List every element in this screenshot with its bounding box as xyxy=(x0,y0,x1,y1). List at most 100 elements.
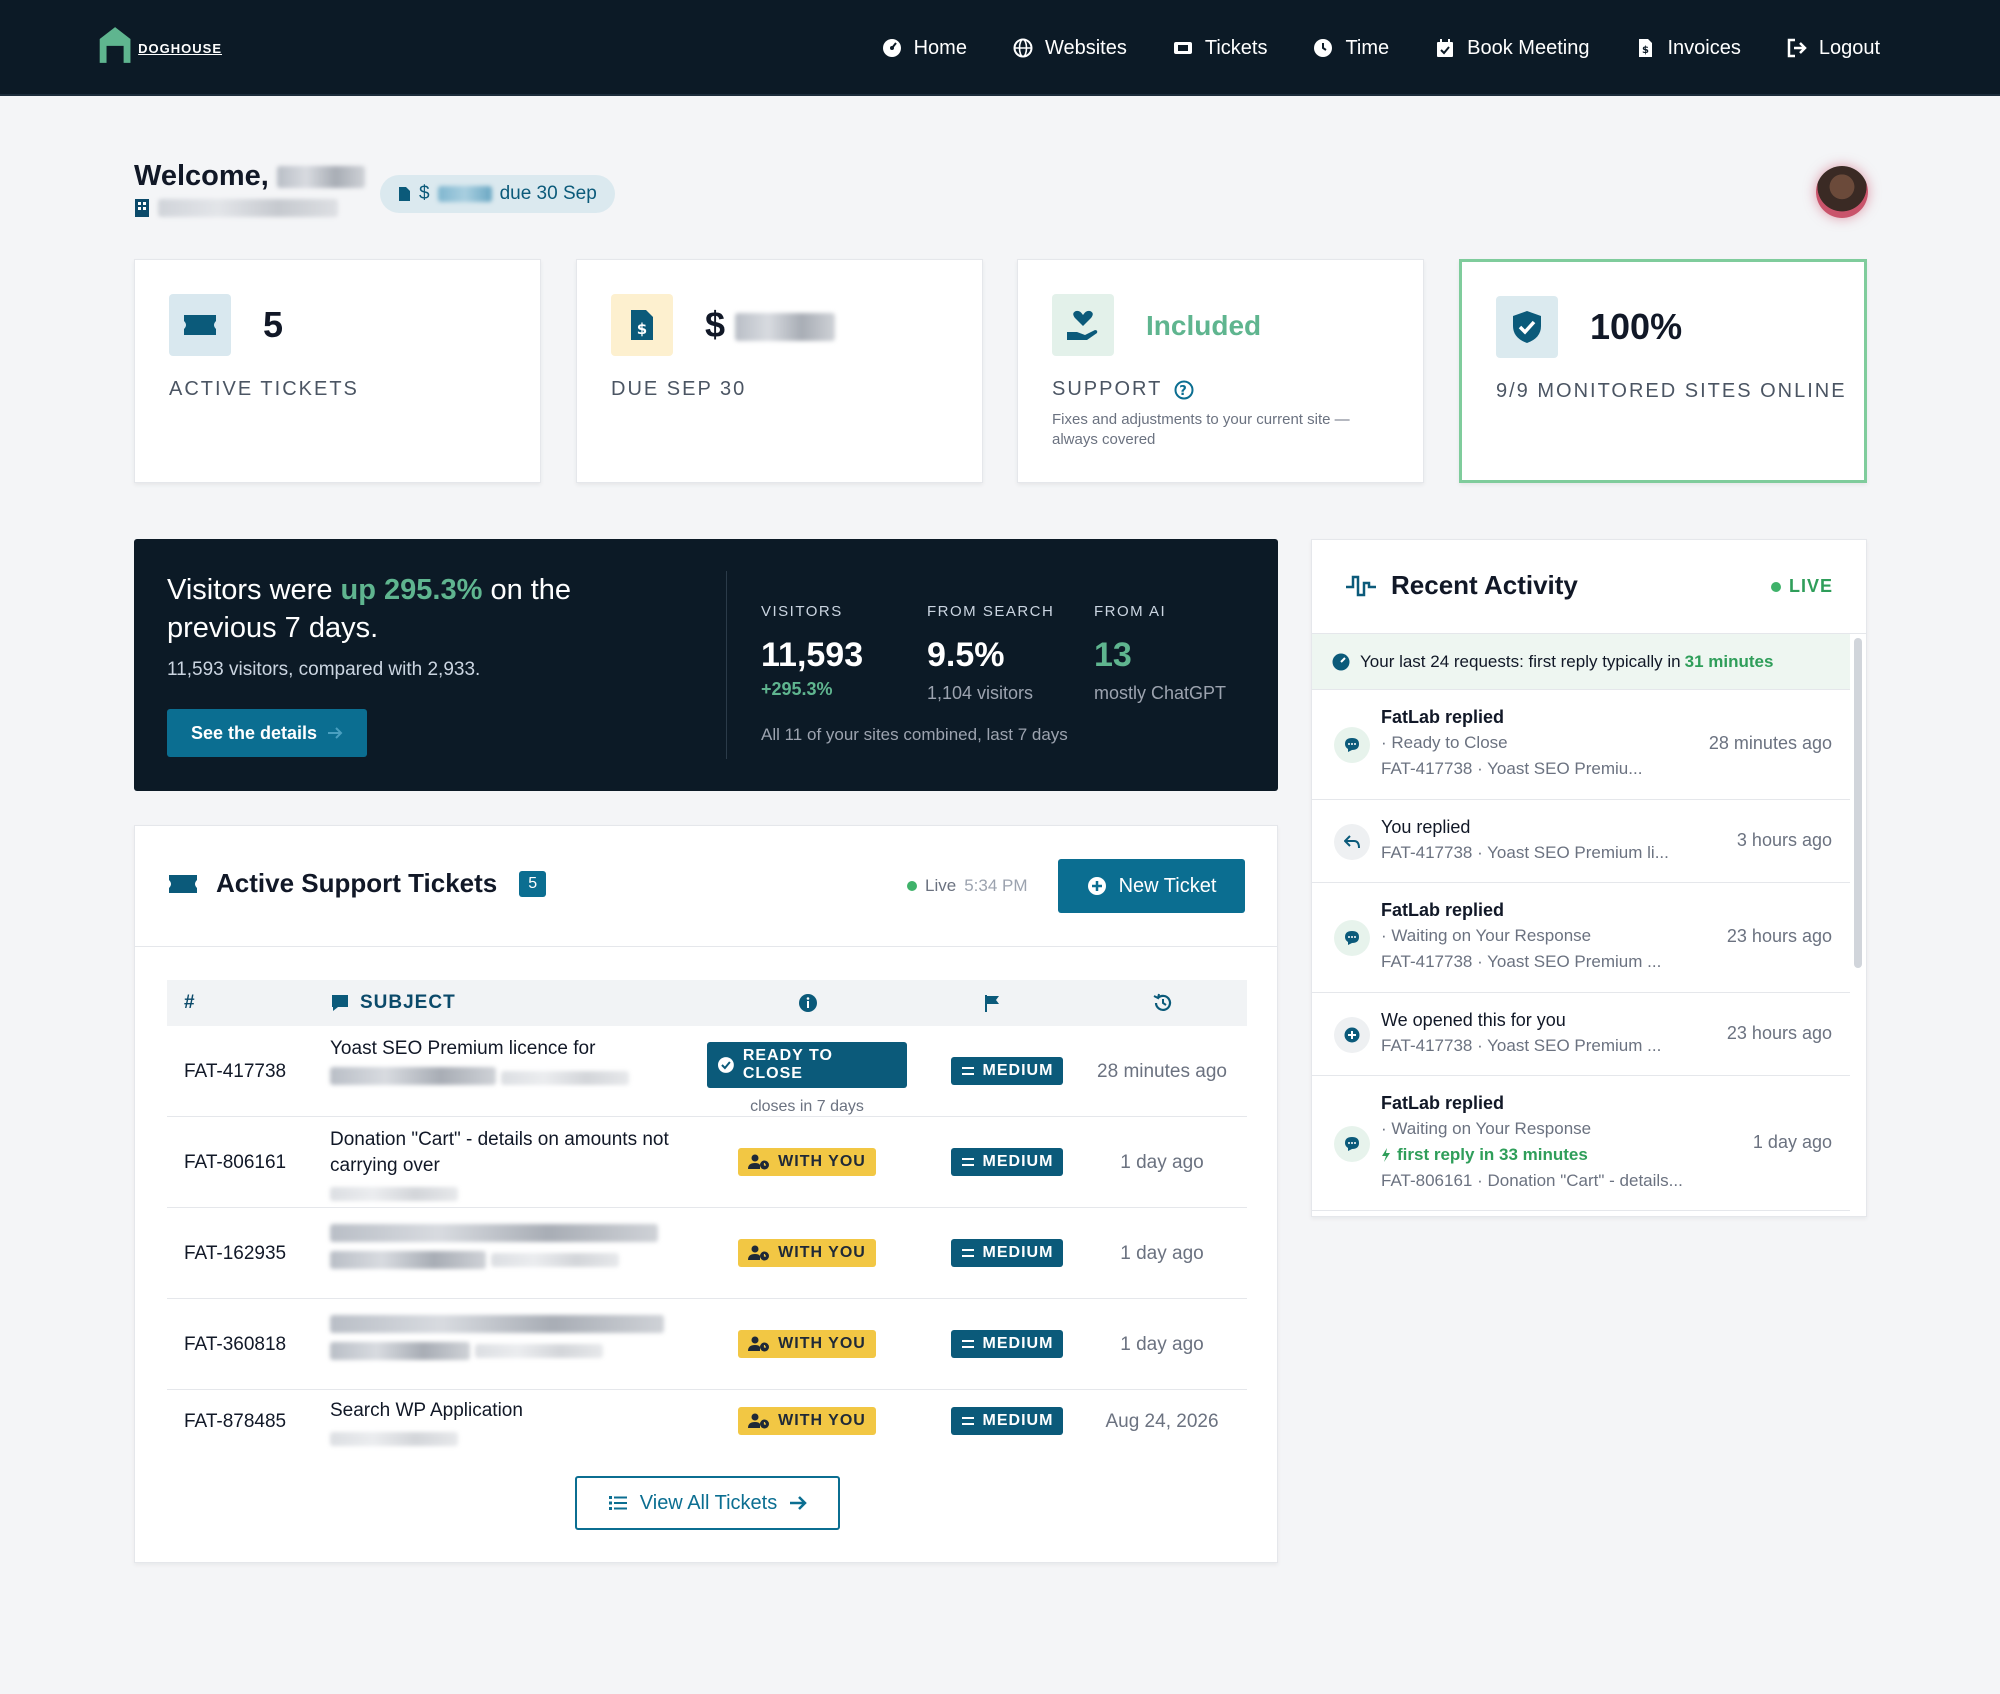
note-text: Your last 24 requests: first reply typic… xyxy=(1360,651,1681,671)
dashboard-icon xyxy=(882,39,901,57)
new-ticket-button[interactable]: New Ticket xyxy=(1058,859,1245,913)
brand-wordmark: DOGHOUSE xyxy=(138,41,222,56)
plus-circle-icon xyxy=(1087,877,1106,895)
metric-search: FROM SEARCH 9.5% 1,104 visitors xyxy=(927,603,1054,704)
nav-time-label: Time xyxy=(1345,36,1390,59)
tickets-panel-title: Active Support Tickets 5 xyxy=(168,868,547,899)
activity-item[interactable]: FatLab replied · Waiting on Your Respons… xyxy=(1312,1076,1850,1211)
activity-item[interactable]: You replied FAT-417738 · Yoast SEO Premi… xyxy=(1312,800,1850,883)
ticket-status: READY TO CLOSE closes in 7 days xyxy=(707,1042,907,1116)
ticket-id[interactable]: FAT-417738 xyxy=(184,1061,286,1083)
ticket-subject[interactable]: Donation "Cart" - details on amounts not… xyxy=(330,1127,690,1205)
metric-visitors-head: VISITORS xyxy=(761,603,843,620)
metric-visitors: VISITORS 11,593 +295.3% xyxy=(761,603,863,700)
status-label: WITH YOU xyxy=(778,1412,866,1429)
ticket-row[interactable]: FAT-806161 Donation "Cart" - details on … xyxy=(167,1117,1247,1208)
ticket-subject[interactable]: Search WP Application xyxy=(330,1398,690,1450)
activity-item[interactable]: FatLab replied · Ready to Close FAT-4177… xyxy=(1312,690,1850,800)
tickets-title-text: Active Support Tickets xyxy=(216,868,498,898)
nav-home-label: Home xyxy=(913,36,967,59)
invoice-due-pill[interactable]: $ due 30 Sep xyxy=(380,175,615,213)
metric-visitors-change: +295.3% xyxy=(761,679,833,699)
due-amount-redacted xyxy=(437,186,492,202)
activity-text: FatLab replied · Waiting on Your Respons… xyxy=(1381,897,1661,975)
nav-time[interactable]: Time xyxy=(1313,37,1389,60)
card-monitored-sites[interactable]: 100% 9/9 MONITORED SITES ONLINE xyxy=(1459,259,1867,483)
calendar-icon xyxy=(1437,39,1454,57)
ticket-icon xyxy=(169,874,197,893)
card-support[interactable]: Included SUPPORT ? Fixes and adjustments… xyxy=(1017,259,1424,483)
welcome-greeting: Welcome, xyxy=(134,160,269,192)
ticket-updated: 1 day ago xyxy=(1120,1152,1204,1173)
nav-websites[interactable]: Websites xyxy=(1013,37,1127,60)
activity-title: Recent Activity xyxy=(1345,570,1578,601)
priority-label: MEDIUM xyxy=(982,1153,1054,1170)
globe-icon xyxy=(1013,38,1033,58)
nav-logout[interactable]: Logout xyxy=(1787,37,1880,60)
ticket-id[interactable]: FAT-162935 xyxy=(184,1243,286,1265)
col-priority[interactable] xyxy=(982,993,1002,1013)
welcome-heading: Welcome, xyxy=(134,160,365,193)
user-name-redacted xyxy=(276,166,365,189)
amount-due-label: DUE SEP 30 xyxy=(611,378,747,400)
metric-ai: FROM AI 13 mostly ChatGPT xyxy=(1094,603,1226,704)
activity-item[interactable]: FatLab replied · Waiting on Your Respons… xyxy=(1312,883,1850,993)
col-status[interactable] xyxy=(798,993,818,1013)
nav-book-meeting[interactable]: Book Meeting xyxy=(1435,37,1589,60)
activity-live-label: LIVE xyxy=(1788,576,1833,596)
ticket-subject-text: Yoast SEO Premium licence for xyxy=(330,1038,596,1059)
view-all-tickets-button[interactable]: View All Tickets xyxy=(575,1476,840,1530)
ticket-row[interactable]: FAT-360818 WITH YOU MEDIUM 1 day ago xyxy=(167,1299,1247,1390)
metric-ai-sub: mostly ChatGPT xyxy=(1094,683,1227,703)
card-active-tickets[interactable]: 5 ACTIVE TICKETS xyxy=(134,259,541,483)
ticket-subject[interactable]: Yoast SEO Premium licence for xyxy=(330,1036,690,1088)
activity-text: We opened this for you FAT-417738 · Yoas… xyxy=(1381,1007,1661,1059)
equals-icon xyxy=(961,1067,974,1075)
card-invoice-icon-wrap: $ xyxy=(611,294,673,356)
activity-time: 23 hours ago xyxy=(1726,926,1832,946)
ticket-subject[interactable] xyxy=(330,1218,690,1270)
col-subject[interactable]: SUBJECT xyxy=(330,992,456,1014)
ticket-row[interactable]: FAT-417738 Yoast SEO Premium licence for… xyxy=(167,1026,1247,1117)
response-time-note: Your last 24 requests: first reply typic… xyxy=(1312,634,1850,690)
activity-line3: FAT-806161 · Donation "Cart" - details..… xyxy=(1381,1171,1683,1190)
ticket-status: WITH YOU xyxy=(707,1239,907,1267)
card-amount-due[interactable]: $ $ DUE SEP 30 xyxy=(576,259,983,483)
tickets-count-badge: 5 xyxy=(519,870,547,897)
col-id[interactable]: # xyxy=(184,992,196,1014)
brand-logo[interactable]: DOGHOUSE xyxy=(98,20,222,68)
pulse-icon xyxy=(1346,575,1376,596)
activity-scrollbar[interactable] xyxy=(1854,638,1862,968)
activity-bubble xyxy=(1334,1126,1370,1162)
user-clock-icon xyxy=(748,1245,770,1261)
col-subject-label: SUBJECT xyxy=(360,992,456,1013)
nav-invoices[interactable]: $ Invoices xyxy=(1635,37,1741,60)
ticket-row[interactable]: FAT-878485 Search WP Application WITH YO… xyxy=(167,1390,1247,1456)
user-avatar[interactable] xyxy=(1816,166,1868,218)
activity-time: 23 hours ago xyxy=(1726,1023,1832,1043)
activity-item[interactable]: We opened this for you FAT-417738 · Yoas… xyxy=(1312,993,1850,1076)
uptime-value: 100% xyxy=(1590,306,1683,347)
company-name-redacted xyxy=(158,199,338,217)
help-circle-icon[interactable]: ? xyxy=(1174,380,1194,400)
ticket-id[interactable]: FAT-360818 xyxy=(184,1334,286,1356)
visitors-banner: Visitors were up 295.3% on the previous … xyxy=(134,539,1278,791)
activity-line2: · Ready to Close xyxy=(1381,733,1508,752)
svg-text:?: ? xyxy=(1180,384,1190,399)
see-details-button[interactable]: See the details xyxy=(167,709,367,757)
nav-home[interactable]: Home xyxy=(882,37,967,60)
ticket-id[interactable]: FAT-806161 xyxy=(184,1152,286,1174)
status-label: WITH YOU xyxy=(778,1244,866,1261)
ticket-subject[interactable] xyxy=(330,1309,690,1361)
ticket-row[interactable]: FAT-162935 WITH YOU MEDIUM 1 day ago xyxy=(167,1208,1247,1299)
ticket-subject-text: Search WP Application xyxy=(330,1400,523,1421)
ticket-id[interactable]: FAT-878485 xyxy=(184,1411,286,1433)
col-updated[interactable] xyxy=(1152,992,1174,1014)
support-description: Fixes and adjustments to your current si… xyxy=(1052,411,1350,448)
clock-icon xyxy=(1314,39,1333,57)
due-amount-prefix: $ xyxy=(419,183,430,204)
ticket-status: WITH YOU xyxy=(707,1407,907,1435)
hand-heart-icon xyxy=(1067,310,1098,340)
status-badge: READY TO CLOSE xyxy=(707,1042,907,1088)
nav-tickets[interactable]: Tickets xyxy=(1173,37,1267,60)
